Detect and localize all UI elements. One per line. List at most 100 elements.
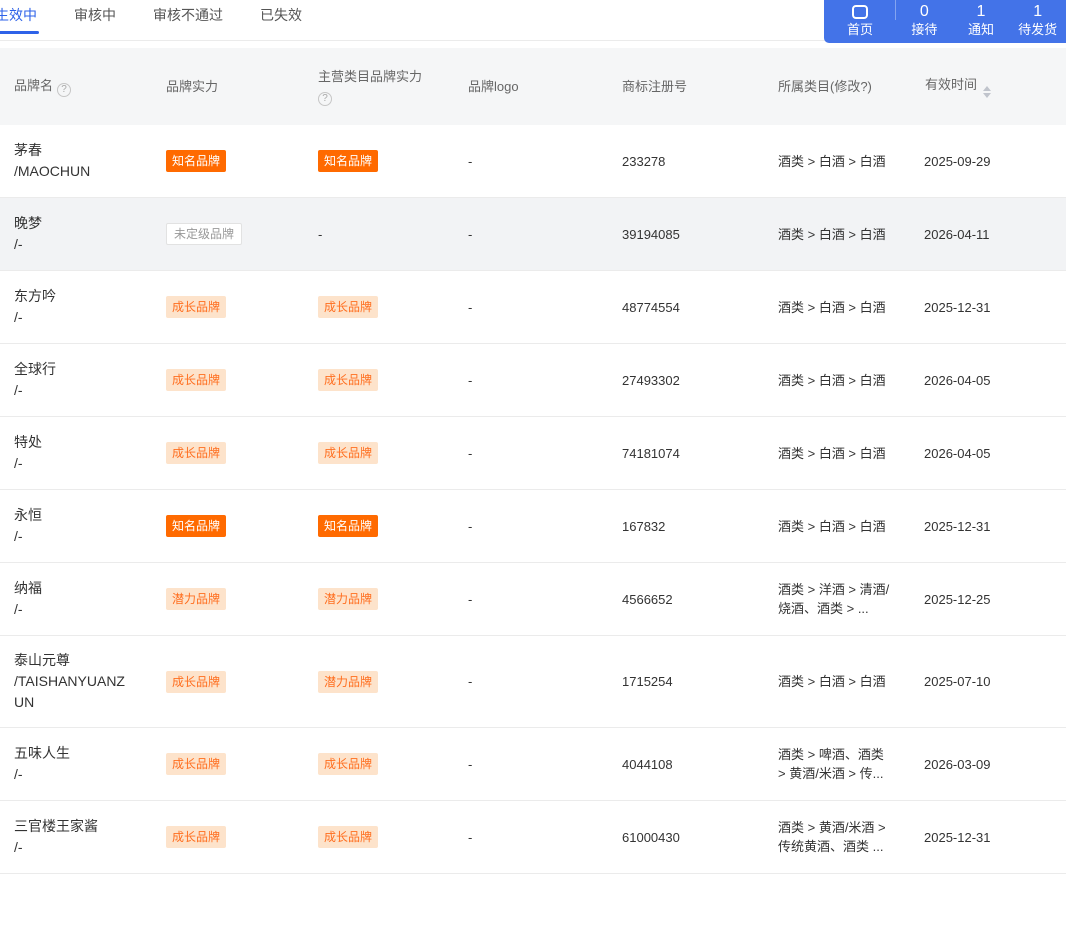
trademark-no-cell: 48774554: [622, 299, 680, 315]
to-ship-count: 1: [1033, 3, 1043, 20]
brand-name: 全球行: [14, 361, 56, 377]
trademark-no-cell: 27493302: [622, 372, 680, 388]
brand-name: 纳福: [14, 580, 42, 596]
valid-time-cell: 2026-04-05: [924, 445, 991, 461]
brand-name-en: /MAOCHUN: [14, 163, 91, 179]
valid-time-cell: 2025-09-29: [924, 153, 991, 169]
brand-name: 茅春: [14, 142, 42, 158]
valid-time-cell: 2026-04-11: [924, 226, 990, 242]
tab-expired[interactable]: 已失效: [258, 3, 304, 39]
brand-strength-cell: 成长品牌: [152, 442, 304, 464]
header-brand-strength: 品牌实力: [152, 78, 304, 96]
brand-logo-cell: -: [468, 518, 473, 534]
brand-name-en: /-: [14, 601, 23, 617]
quickpanel-item-to-ship[interactable]: 1 待发货: [1009, 0, 1066, 43]
brand-strength-cell: 潜力品牌: [152, 588, 304, 610]
brand-logo-cell: -: [468, 445, 473, 461]
category-cell: 酒类 > 白酒 > 白酒: [778, 153, 886, 169]
brand-strength-badge: 潜力品牌: [166, 588, 227, 610]
brand-name-cell: 纳福 /-: [0, 578, 152, 620]
brand-name-cell: 晚梦 /-: [0, 213, 152, 255]
brand-strength-badge: 知名品牌: [166, 515, 227, 537]
brand-name: 泰山元尊: [14, 652, 70, 668]
brand-name-en: /-: [14, 382, 23, 398]
table-row: 永恒 /- 知名品牌 知名品牌 - 167832 酒类 > 白酒 > 白酒 2025-12-3…: [0, 490, 1066, 563]
brand-name: 东方吟: [14, 288, 56, 304]
main-category-strength-cell: 知名品牌: [304, 150, 452, 172]
help-icon[interactable]: ?: [57, 82, 72, 97]
brand-logo-cell: -: [468, 829, 473, 845]
tab-active-brands[interactable]: 生效中: [0, 3, 39, 39]
trademark-no-cell: 233278: [622, 153, 666, 169]
main-category-strength-badge-empty: -: [318, 226, 323, 242]
header-category-label[interactable]: 所属类目(修改?): [778, 79, 872, 94]
quickpanel-item-reception[interactable]: 0 接待: [896, 0, 953, 43]
table-row: 纳福 /- 潜力品牌 潜力品牌 - 4566652 酒类 > 洋酒 > 清酒/烧酒、酒类 >…: [0, 563, 1066, 636]
main-category-strength-cell: 成长品牌: [304, 826, 452, 848]
tab-review-rejected[interactable]: 审核不通过: [151, 3, 225, 39]
header-brand-logo-label: 品牌logo: [468, 78, 519, 94]
brand-name-en: /-: [14, 309, 23, 325]
quickpanel-reception-label: 接待: [911, 22, 938, 37]
brand-strength-cell: 成长品牌: [152, 296, 304, 318]
quickpanel-to-ship-label: 待发货: [1018, 22, 1058, 37]
table-row: 东方吟 /- 成长品牌 成长品牌 - 48774554 酒类 > 白酒 > 白酒 2025-1…: [0, 271, 1066, 344]
trademark-no-cell: 39194085: [622, 226, 680, 242]
header-brand-strength-label: 品牌实力: [166, 78, 219, 94]
brand-name-en: /-: [14, 839, 23, 855]
header-valid-time: 有效时间: [910, 76, 1066, 98]
brand-strength-badge: 知名品牌: [166, 150, 227, 172]
main-category-strength-cell: 潜力品牌: [304, 670, 452, 693]
reception-count: 0: [919, 3, 929, 20]
brand-name-cell: 全球行 /-: [0, 359, 152, 401]
header-category: 所属类目(修改?): [764, 78, 910, 96]
brand-name-cell: 东方吟 /-: [0, 286, 152, 328]
main-category-strength-badge: 潜力品牌: [318, 670, 379, 693]
brand-name: 晚梦: [14, 215, 42, 231]
brand-strength-badge: 成长品牌: [166, 296, 227, 318]
quickpanel-item-home[interactable]: 首页: [824, 0, 896, 43]
valid-time-cell: 2026-03-09: [924, 756, 991, 772]
brand-strength-badge: 成长品牌: [166, 753, 227, 775]
tab-under-review[interactable]: 审核中: [72, 3, 118, 39]
category-cell: 酒类 > 白酒 > 白酒: [778, 372, 886, 388]
brand-name-cell: 永恒 /-: [0, 505, 152, 547]
header-trademark-no: 商标注册号: [608, 78, 764, 96]
sort-icon[interactable]: [983, 85, 992, 98]
main-category-strength-cell: -: [304, 225, 452, 244]
brand-name-cell: 五味人生 /-: [0, 743, 152, 785]
header-brand-name: 品牌名?: [0, 77, 152, 97]
brand-name: 永恒: [14, 507, 42, 523]
brand-name: 特处: [14, 434, 42, 450]
brand-name-cell: 茅春/MAOCHUN: [0, 140, 152, 182]
brand-strength-badge: 成长品牌: [166, 670, 227, 693]
main-category-strength-badge: 成长品牌: [318, 826, 379, 848]
brand-name-en: /-: [14, 455, 23, 471]
brand-logo-cell: -: [468, 372, 473, 388]
brand-name-cell: 三官楼王家酱 /-: [0, 816, 152, 858]
main-category-strength-badge: 潜力品牌: [318, 588, 379, 610]
quickpanel-notifications-label: 通知: [968, 22, 995, 37]
category-cell: 酒类 > 白酒 > 白酒: [778, 299, 886, 315]
table-row: 三官楼王家酱 /- 成长品牌 成长品牌 - 61000430 酒类 > 黄酒/米酒 > 传统…: [0, 801, 1066, 874]
brand-name-cell: 泰山元尊/TAISHANYUANZUN: [0, 650, 152, 713]
brand-strength-cell: 知名品牌: [152, 150, 304, 172]
brand-logo-cell: -: [468, 153, 473, 169]
header-valid-time-label: 有效时间: [925, 76, 978, 92]
brand-name-cell: 特处 /-: [0, 432, 152, 474]
main-category-strength-cell: 成长品牌: [304, 369, 452, 391]
category-cell: 酒类 > 白酒 > 白酒: [778, 518, 886, 534]
quickpanel-item-notifications[interactable]: 1 通知: [953, 0, 1010, 43]
brand-strength-badge: 成长品牌: [166, 442, 227, 464]
help-icon[interactable]: ?: [318, 91, 332, 106]
main-category-strength-badge: 成长品牌: [318, 369, 379, 391]
brand-table: 品牌名? 品牌实力 主营类目品牌实力 ? 品牌logo 商标注册号 所属类目(修…: [0, 48, 1066, 874]
main-category-strength-badge: 成长品牌: [318, 753, 379, 775]
brand-strength-cell: 知名品牌: [152, 515, 304, 537]
brand-strength-cell: 成长品牌: [152, 369, 304, 391]
main-category-strength-cell: 知名品牌: [304, 515, 452, 537]
main-category-strength-cell: 成长品牌: [304, 753, 452, 775]
table-row: 五味人生 /- 成长品牌 成长品牌 - 4044108 酒类 > 啤酒、酒类 > 黄酒/米酒…: [0, 728, 1066, 801]
main-category-strength-badge: 成长品牌: [318, 442, 379, 464]
main-category-strength-cell: 成长品牌: [304, 442, 452, 464]
